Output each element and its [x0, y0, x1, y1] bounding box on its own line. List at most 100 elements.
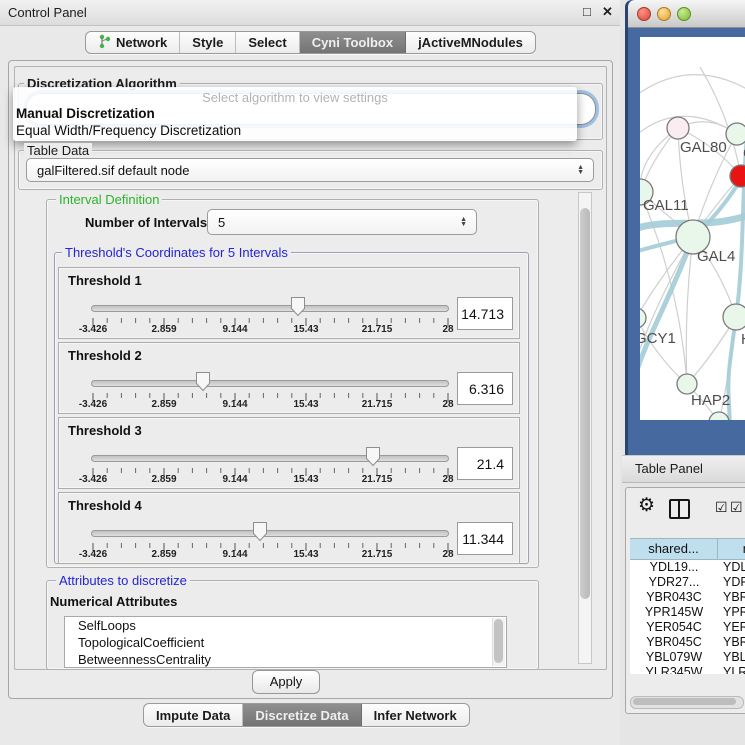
slider-rail[interactable]: [91, 380, 449, 387]
close-traffic-light-icon[interactable]: [637, 7, 651, 21]
table-cell: YLR345W: [630, 665, 718, 674]
network-graph: GAL80GACGAL11GAL4GCY1HHAP2: [640, 37, 745, 420]
checkbox-icon[interactable]: ☑: [730, 499, 743, 516]
zoom-traffic-light-icon[interactable]: [677, 7, 691, 21]
popup-option-manual[interactable]: Manual Discretization: [16, 106, 155, 121]
table-cell: YBR043C: [630, 590, 718, 605]
scrollbar-thumb[interactable]: [494, 619, 503, 663]
tab-label: Cyni Toolbox: [312, 35, 393, 50]
slider-thumb[interactable]: [252, 521, 268, 542]
scrollbar-thumb[interactable]: [580, 208, 590, 599]
threshold-label: Threshold 1: [68, 273, 142, 288]
tick-label: 9.144: [209, 474, 261, 485]
tick-label: 2.859: [138, 549, 190, 560]
threshold-value-field[interactable]: 6.316: [457, 372, 513, 405]
column-header[interactable]: shared...: [630, 539, 718, 559]
right-column: GAL80GACGAL11GAL4GCY1HHAP2 Table Panel ⚙…: [620, 0, 745, 745]
popup-option-equal-width[interactable]: Equal Width/Frequency Discretization: [16, 123, 241, 138]
table-cell: YDR27...: [630, 575, 718, 590]
slider-thumb[interactable]: [195, 371, 211, 392]
tab-impute-data[interactable]: Impute Data: [144, 704, 243, 726]
number-of-intervals-combobox[interactable]: 5 ▲▼: [207, 209, 477, 235]
table-row[interactable]: YER054CYER0: [630, 620, 745, 635]
network-window-titlebar: [628, 0, 745, 28]
numerical-attributes-list[interactable]: SelfLoopsTopologicalCoefficientBetweenne…: [64, 616, 507, 668]
threshold-value-field[interactable]: 11.344: [457, 522, 513, 555]
top-tab-bar: Network Style Select Cyni Toolbox jActiveMNo…: [85, 31, 536, 54]
panel-vertical-scrollbar[interactable]: [578, 192, 592, 664]
svg-text:HAP2: HAP2: [691, 392, 730, 409]
slider-thumb[interactable]: [365, 446, 381, 467]
slider-rail[interactable]: [91, 305, 449, 312]
table-row[interactable]: YDR27...YDR2: [630, 575, 745, 590]
number-of-intervals-label: Number of Intervals: [85, 215, 207, 230]
slider-thumb[interactable]: [290, 296, 306, 317]
tab-cyni-toolbox[interactable]: Cyni Toolbox: [300, 32, 406, 53]
attributes-group-title: Attributes to discretize: [56, 573, 190, 588]
table-cell: YPR1: [718, 605, 745, 620]
table-row[interactable]: YBR043CYBR0: [630, 590, 745, 605]
column-header[interactable]: na: [718, 539, 745, 559]
tick-label: 21.715: [351, 474, 403, 485]
attribute-list-item[interactable]: TopologicalCoefficient: [65, 634, 506, 651]
tab-label: Style: [192, 35, 223, 50]
threshold-value-field[interactable]: 14.713: [457, 297, 513, 330]
tab-label: Discretize Data: [255, 708, 348, 723]
threshold-value-field[interactable]: 21.4: [457, 447, 513, 480]
table-cell: YDL19...: [630, 560, 718, 575]
numerical-attributes-label: Numerical Attributes: [50, 594, 177, 609]
attribute-list-item[interactable]: SelfLoops: [65, 617, 506, 634]
tick-label: 9.144: [209, 399, 261, 410]
attribute-list-item[interactable]: BetweennessCentrality: [65, 651, 506, 668]
table-cell: YLR3: [718, 665, 745, 674]
table-horizontal-scrollbar[interactable]: [630, 696, 744, 709]
thresholds-group-title: Threshold's Coordinates for 5 Intervals: [62, 245, 291, 260]
tab-discretize-data[interactable]: Discretize Data: [243, 704, 361, 726]
minimize-traffic-light-icon[interactable]: [657, 7, 671, 21]
table-row[interactable]: YPR145WYPR1: [630, 605, 745, 620]
table-data-combobox-value: galFiltered.sif default node: [37, 163, 189, 178]
checkbox-icon[interactable]: ☑: [715, 499, 728, 516]
threshold-box: Threshold 3-3.4262.8599.14415.4321.71528…: [58, 417, 520, 489]
table-row[interactable]: YDL19...YDL1: [630, 560, 745, 575]
table-cell: YER054C: [630, 620, 718, 635]
tick-label: 2.859: [138, 474, 190, 485]
split-view-icon[interactable]: [669, 499, 690, 519]
tab-jactivemnodules[interactable]: jActiveMNodules: [406, 32, 535, 53]
combo-stepper-icon: ▲▼: [577, 165, 584, 175]
panel-title: Control Panel: [8, 5, 87, 20]
table-row[interactable]: YLR345WYLR3: [630, 665, 745, 674]
close-panel-icon[interactable]: ✕: [602, 4, 613, 20]
table-row[interactable]: YBR045CYBR0: [630, 635, 745, 650]
tab-style[interactable]: Style: [180, 32, 236, 53]
network-canvas[interactable]: GAL80GACGAL11GAL4GCY1HHAP2: [640, 37, 745, 420]
svg-text:GCY1: GCY1: [640, 330, 676, 347]
float-window-icon[interactable]: □: [583, 4, 591, 19]
table-data-combobox[interactable]: galFiltered.sif default node ▲▼: [26, 158, 594, 182]
tick-label: 15.43: [280, 474, 332, 485]
table-cell: YER0: [718, 620, 745, 635]
node-attribute-table: shared...naYDL19...YDL1YDR27...YDR2YBR04…: [630, 538, 745, 674]
table-data-group-title: Table Data: [24, 143, 92, 158]
apply-button[interactable]: Apply: [252, 670, 320, 694]
tick-label: 9.144: [209, 324, 261, 335]
tab-select[interactable]: Select: [236, 32, 299, 53]
tick-label: -3.426: [67, 399, 119, 410]
table-row[interactable]: YBL079WYBL0: [630, 650, 745, 665]
table-cell: YDL1: [718, 560, 745, 575]
scrollbar-thumb[interactable]: [633, 698, 736, 705]
table-panel-title: Table Panel: [635, 461, 703, 476]
tick-label: 15.43: [280, 549, 332, 560]
network-view-window: GAL80GACGAL11GAL4GCY1HHAP2: [625, 0, 745, 455]
slider-rail[interactable]: [91, 530, 449, 537]
slider-rail[interactable]: [91, 455, 449, 462]
tab-network[interactable]: Network: [86, 32, 180, 53]
tick-label: 21.715: [351, 324, 403, 335]
tick-label: -3.426: [67, 324, 119, 335]
threshold-box: Threshold 4-3.4262.8599.14415.4321.71528…: [58, 492, 520, 564]
tab-infer-network[interactable]: Infer Network: [362, 704, 469, 726]
threshold-box: Threshold 2-3.4262.8599.14415.4321.71528…: [58, 342, 520, 414]
gear-icon[interactable]: ⚙: [638, 494, 655, 517]
tick-label: 2.859: [138, 399, 190, 410]
list-scrollbar[interactable]: [492, 618, 505, 666]
